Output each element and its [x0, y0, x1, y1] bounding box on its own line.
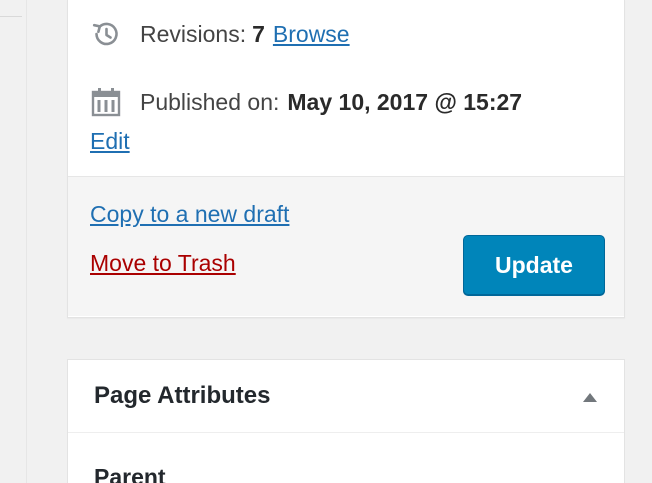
- published-row: Published on: May 10, 2017 @ 15:27: [90, 86, 522, 118]
- published-date: May 10, 2017 @ 15:27: [287, 88, 523, 115]
- page-attributes-header[interactable]: Page Attributes: [68, 360, 624, 433]
- browse-revisions-link[interactable]: Browse: [273, 21, 350, 48]
- editor-sidebar: Revisions: 7 Browse Published on: May 10…: [0, 0, 652, 483]
- publish-metabox: Revisions: 7 Browse Published on: May 10…: [67, 0, 625, 318]
- divider: [0, 16, 22, 17]
- revisions-count: 7: [252, 20, 265, 47]
- divider: [26, 0, 27, 483]
- published-label: Published on:: [140, 88, 280, 115]
- parent-label: Parent: [94, 464, 166, 483]
- history-icon: [90, 18, 122, 50]
- copy-to-draft-link[interactable]: Copy to a new draft: [90, 201, 289, 228]
- page-attributes-metabox: Page Attributes Parent: [67, 359, 625, 483]
- publish-misc-section: Revisions: 7 Browse Published on: May 10…: [68, 0, 624, 177]
- triangle-up-icon[interactable]: [580, 389, 600, 405]
- move-to-trash-link[interactable]: Move to Trash: [90, 250, 236, 277]
- revisions-label: Revisions:: [140, 20, 247, 47]
- publish-actions: Copy to a new draft Move to Trash Update: [68, 177, 624, 316]
- update-button[interactable]: Update: [463, 235, 605, 295]
- page-attributes-title: Page Attributes: [94, 382, 271, 409]
- revisions-row: Revisions: 7 Browse: [90, 18, 350, 50]
- calendar-icon: [90, 86, 122, 118]
- edit-date-link[interactable]: Edit: [90, 128, 130, 155]
